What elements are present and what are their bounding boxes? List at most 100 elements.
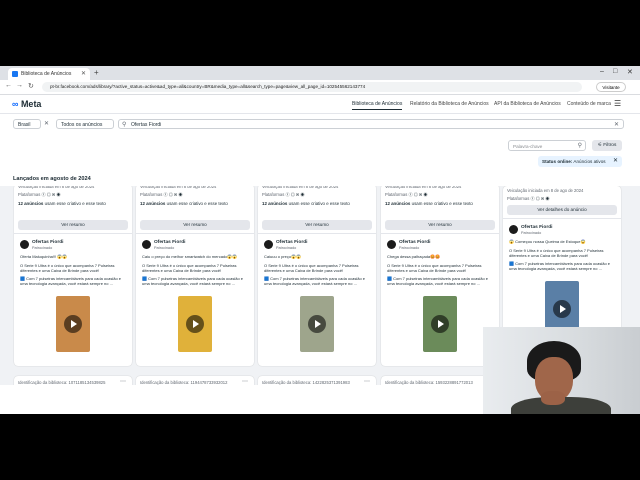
letterbox-bottom bbox=[0, 414, 640, 480]
run-date: Veiculação iniciada em 8 de ago de 2024 bbox=[262, 186, 339, 189]
nav-ad-library-report[interactable]: Relatório da Biblioteca de Anúncios bbox=[410, 101, 489, 107]
clear-search-icon[interactable]: ✕ bbox=[614, 120, 619, 130]
ad-count-number: 12 anúncios bbox=[262, 201, 288, 206]
library-id: Identificação da biblioteca: 15932288917… bbox=[385, 380, 473, 385]
tab-bar: Biblioteca de Anúncios ✕ + – □ ✕ bbox=[0, 66, 640, 80]
avatar[interactable] bbox=[509, 225, 518, 234]
library-id: Identificação da biblioteca: 10711851345… bbox=[18, 380, 106, 385]
meta-logo[interactable]: ∞ Meta bbox=[12, 99, 41, 109]
sponsored-label: Patrocinado bbox=[399, 246, 420, 250]
keyword-search-input[interactable]: Palavra-chave ⚲ bbox=[508, 140, 586, 151]
avatar[interactable] bbox=[20, 240, 29, 249]
sponsored-label: Patrocinado bbox=[521, 231, 542, 235]
caption-body: O Serie 9 Ultra é o único que acompanha … bbox=[387, 263, 482, 273]
maximize-icon[interactable]: □ bbox=[613, 68, 617, 75]
page-name[interactable]: Ofertas Fiordi bbox=[32, 240, 63, 245]
platform-icons: ⓕ◎✉◉ bbox=[163, 192, 184, 197]
view-summary-button[interactable]: Ver resumo bbox=[18, 220, 128, 230]
play-icon[interactable] bbox=[64, 315, 82, 333]
browser-tab[interactable]: Biblioteca de Anúncios ✕ bbox=[8, 68, 90, 80]
run-date: Veiculação iniciada em 8 de ago de 2024 bbox=[18, 186, 95, 189]
more-icon[interactable]: ⋯ bbox=[364, 378, 370, 385]
page-name[interactable]: Ofertas Fiordi bbox=[521, 225, 552, 230]
platform-icons: ⓕ◎✉◉ bbox=[408, 192, 429, 197]
ad-caption: 😱 Começou nossa Queima de Estoque😱 O Seri… bbox=[509, 239, 615, 271]
view-ad-details-button[interactable]: Ver detalhes do anúncio bbox=[507, 205, 617, 215]
search-icon: ⚲ bbox=[577, 143, 582, 149]
more-icon[interactable]: ⋯ bbox=[120, 378, 126, 385]
platform-icons: ⓕ◎✉◉ bbox=[530, 196, 551, 201]
more-icon[interactable]: ⋯ bbox=[242, 378, 248, 385]
view-summary-button[interactable]: Ver resumo bbox=[262, 220, 372, 230]
filter-icon: ⚟ bbox=[597, 143, 602, 148]
letterbox-top bbox=[0, 0, 640, 66]
close-tab-icon[interactable]: ✕ bbox=[81, 70, 86, 77]
nav-ad-library[interactable]: Biblioteca de Anúncios bbox=[352, 101, 403, 110]
run-date: Veiculação iniciada em 8 de ago de 2024 bbox=[385, 186, 462, 189]
search-value: Ofertas Fiordi bbox=[131, 122, 162, 128]
menu-icon[interactable]: ☰ bbox=[614, 99, 621, 108]
platforms-row: Plataformas ⓕ◎✉◉ bbox=[507, 196, 551, 202]
facebook-favicon-icon bbox=[12, 71, 18, 77]
search-input[interactable]: ⚲ Ofertas Fiordi ✕ bbox=[118, 119, 624, 129]
library-id: Identificação da biblioteca: 14228253713… bbox=[262, 380, 350, 385]
ad-count-number: 12 anúncios bbox=[385, 201, 411, 206]
platforms-row: Plataformas ⓕ◎✉◉ bbox=[140, 192, 184, 198]
ad-count-text: usam esse criativo e esse texto bbox=[166, 201, 228, 206]
platforms-label: Plataformas bbox=[385, 192, 408, 197]
search-filter-bar: Brasil ✕ Todos os anúncios ⚲ Ofertas Fio… bbox=[0, 114, 640, 134]
run-date: Veiculação iniciada em 8 de ago de 2024 bbox=[507, 188, 584, 193]
ad-card: Identificação da biblioteca: 14228253713… bbox=[258, 376, 376, 385]
avatar[interactable] bbox=[264, 240, 273, 249]
caption-more: 🟦 Com 7 pulseiras intercambiáveis para c… bbox=[387, 276, 489, 286]
filters-button[interactable]: ⚟ Filtros bbox=[592, 140, 622, 151]
ad-count: 12 anúncios usam esse criativo e esse te… bbox=[385, 201, 495, 206]
sponsored-label: Patrocinado bbox=[276, 246, 297, 250]
view-summary-button[interactable]: Ver resumo bbox=[140, 220, 250, 230]
back-icon[interactable]: ← bbox=[5, 82, 12, 89]
country-select[interactable]: Brasil bbox=[13, 119, 41, 129]
view-summary-button[interactable]: Ver resumo bbox=[385, 220, 495, 230]
url-field[interactable]: pt-br.facebook.com/ads/library/?active_s… bbox=[42, 82, 582, 92]
site-header: ∞ Meta Biblioteca de Anúncios Relatório … bbox=[0, 95, 640, 114]
library-id: Identificação da biblioteca: 11944787339… bbox=[140, 380, 228, 385]
card-divider bbox=[14, 233, 132, 234]
caption-body: O Serie 9 Ultra é o único que acompanha … bbox=[264, 263, 359, 273]
ad-count-text: usam esse criativo e esse texto bbox=[288, 201, 350, 206]
forward-icon[interactable]: → bbox=[16, 82, 23, 89]
close-window-icon[interactable]: ✕ bbox=[627, 68, 633, 76]
page-name[interactable]: Ofertas Fiordi bbox=[276, 240, 307, 245]
keyword-placeholder: Palavra-chave bbox=[513, 144, 543, 149]
reload-icon[interactable]: ↻ bbox=[28, 82, 34, 90]
person-hand bbox=[541, 391, 565, 405]
ad-count-text: usam esse criativo e esse texto bbox=[411, 201, 473, 206]
ad-count-text: usam esse criativo e esse texto bbox=[44, 201, 106, 206]
status-filter-chip[interactable]: Status online: Anúncios ativos ✕ bbox=[538, 156, 622, 167]
play-icon[interactable] bbox=[553, 300, 571, 318]
chip-value: Anúncios ativos bbox=[573, 159, 606, 164]
new-tab-icon[interactable]: + bbox=[94, 68, 99, 77]
clear-country-icon[interactable]: ✕ bbox=[44, 120, 49, 127]
play-icon[interactable] bbox=[308, 315, 326, 333]
platforms-label: Plataformas bbox=[140, 192, 163, 197]
page-name[interactable]: Ofertas Fiordi bbox=[154, 240, 185, 245]
ad-caption: Chega dessa palhaçada😡😡 O Serie 9 Ultra é… bbox=[387, 254, 493, 286]
ad-card: Veiculação iniciada em 8 de ago de 2024 P… bbox=[381, 186, 499, 366]
search-icon: ⚲ bbox=[122, 122, 127, 128]
play-icon[interactable] bbox=[186, 315, 204, 333]
platforms-label: Plataformas bbox=[262, 192, 285, 197]
ad-caption: Oferta Maluquinha!!! 😱😱 O Serie 9 Ultra é… bbox=[20, 254, 126, 286]
ad-count-number: 12 anúncios bbox=[18, 201, 44, 206]
remove-chip-icon[interactable]: ✕ bbox=[613, 156, 618, 167]
nav-ad-library-api[interactable]: API da Biblioteca de Anúncios bbox=[494, 101, 561, 107]
profile-button[interactable]: Visitante bbox=[596, 82, 626, 92]
nav-branded-content[interactable]: Conteúdo de marca bbox=[567, 101, 611, 107]
minimize-icon[interactable]: – bbox=[600, 68, 604, 75]
avatar[interactable] bbox=[387, 240, 396, 249]
avatar[interactable] bbox=[142, 240, 151, 249]
platforms-row: Plataformas ⓕ◎✉◉ bbox=[262, 192, 306, 198]
category-select[interactable]: Todos os anúncios bbox=[56, 119, 114, 129]
play-icon[interactable] bbox=[431, 315, 449, 333]
ad-card: Veiculação iniciada em 8 de ago de 2024 P… bbox=[503, 186, 621, 342]
page-name[interactable]: Ofertas Fiordi bbox=[399, 240, 430, 245]
